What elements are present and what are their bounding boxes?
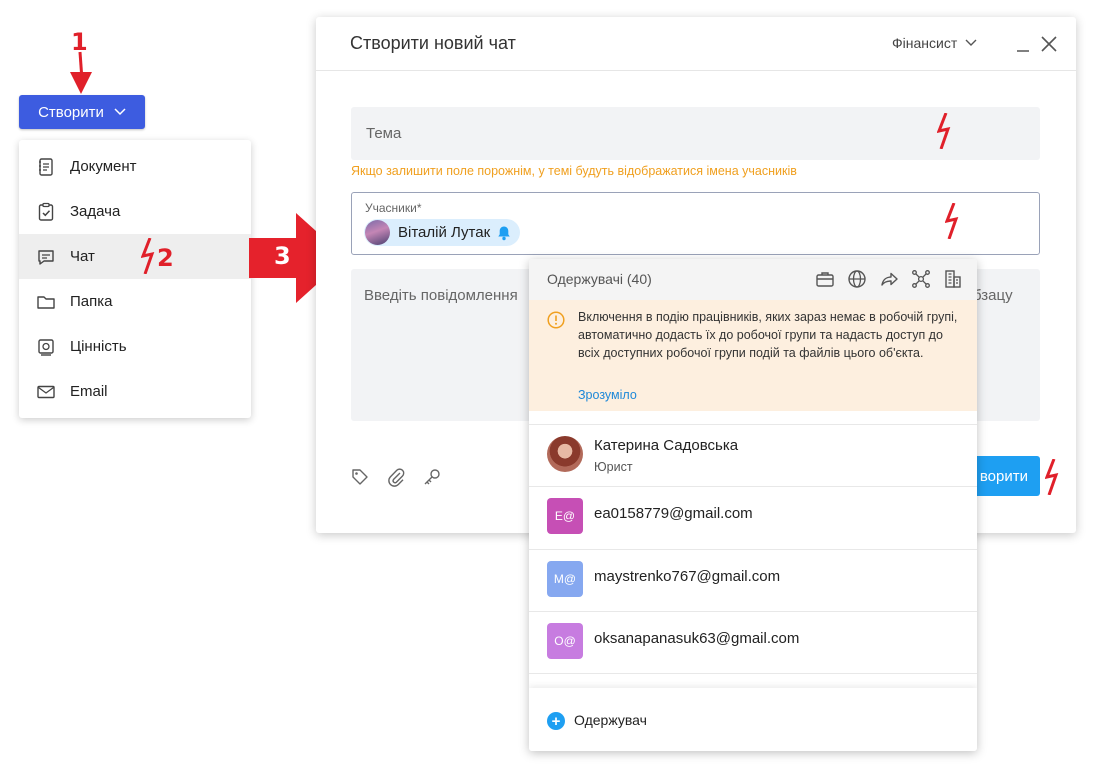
menu-item-email[interactable]: Email — [19, 369, 251, 414]
role-selector[interactable]: Фінансист — [892, 35, 977, 51]
task-icon — [36, 202, 56, 222]
avatar — [365, 220, 390, 245]
chevron-down-icon — [965, 39, 977, 46]
recipient-item[interactable]: E@ ea0158779@gmail.com — [529, 486, 977, 549]
email-icon — [36, 382, 56, 402]
bell-icon[interactable] — [496, 225, 512, 241]
menu-item-label: Цінність — [70, 338, 127, 355]
step-2-marker: 2 — [157, 244, 174, 272]
zigzag-marker — [1045, 459, 1059, 495]
create-menu: Документ Задача Чат Папка Цінність Email — [19, 140, 251, 418]
briefcase-icon[interactable] — [815, 269, 835, 289]
close-icon[interactable] — [1040, 35, 1058, 53]
menu-item-chat[interactable]: Чат — [19, 234, 251, 279]
share-icon[interactable] — [879, 269, 899, 289]
network-icon[interactable] — [911, 269, 931, 289]
participant-chip[interactable]: Віталій Лутак — [364, 219, 520, 246]
globe-icon[interactable] — [847, 269, 867, 289]
menu-item-folder[interactable]: Папка — [19, 279, 251, 324]
recipient-name: Катерина Садовська — [594, 437, 739, 454]
add-recipient-button[interactable]: + Одержувач — [529, 688, 977, 751]
email-avatar: M@ — [547, 561, 583, 597]
participants-label: Учасники* — [365, 201, 422, 215]
menu-item-document[interactable]: Документ — [19, 144, 251, 189]
subject-placeholder: Тема — [366, 125, 402, 142]
recipients-title: Одержувачі (40) — [547, 271, 652, 287]
menu-item-task[interactable]: Задача — [19, 189, 251, 234]
email-avatar: O@ — [547, 623, 583, 659]
warning-dismiss-link[interactable]: Зрозуміло — [578, 388, 637, 402]
warning-icon — [547, 311, 565, 329]
participant-name: Віталій Лутак — [398, 224, 491, 241]
step-3-marker: 3 — [274, 242, 291, 270]
subject-hint: Якщо залишити поле порожнім, у темі буду… — [351, 164, 797, 178]
participants-field[interactable]: Учасники* Віталій Лутак — [351, 192, 1040, 255]
attachment-icon[interactable] — [386, 467, 406, 487]
recipient-item[interactable]: O@ oksanapanasuk63@gmail.com — [529, 611, 977, 674]
key-icon[interactable] — [422, 467, 442, 487]
recipient-item[interactable]: M@ maystrenko767@gmail.com — [529, 549, 977, 612]
recipients-popup: Одержувачі (40) Включення в подію праців… — [529, 259, 977, 751]
recipient-role: Юрист — [594, 460, 633, 474]
dialog-header-divider — [316, 70, 1076, 71]
avatar — [547, 436, 583, 472]
minimize-icon[interactable] — [1016, 39, 1030, 53]
menu-item-label: Чат — [70, 248, 95, 265]
message-placeholder: Введіть повідомлення — [364, 287, 518, 304]
dialog-title: Створити новий чат — [350, 33, 516, 53]
message-hint-tail: бзацу — [973, 287, 1013, 304]
create-button[interactable]: Створити — [19, 95, 145, 129]
building-icon[interactable] — [943, 269, 963, 289]
recipient-email: maystrenko767@gmail.com — [594, 568, 781, 585]
valuable-icon — [36, 337, 56, 357]
folder-icon — [36, 292, 56, 312]
zigzag-marker — [945, 203, 959, 239]
menu-item-label: Email — [70, 383, 108, 400]
role-label: Фінансист — [892, 35, 958, 51]
chevron-down-icon — [114, 108, 126, 116]
create-button-label: Створити — [38, 103, 104, 121]
menu-item-valuable[interactable]: Цінність — [19, 324, 251, 369]
composer-toolbar — [350, 467, 442, 487]
tag-icon[interactable] — [350, 467, 370, 487]
step-1-arrow — [70, 51, 92, 94]
warning-text: Включення в подію працівників, яких зара… — [578, 310, 958, 360]
recipient-email: ea0158779@gmail.com — [594, 505, 753, 522]
recipient-item[interactable]: Катерина Садовська Юрист — [529, 424, 977, 487]
email-avatar: E@ — [547, 498, 583, 534]
recipients-header: Одержувачі (40) — [529, 259, 977, 300]
chat-icon — [36, 247, 56, 267]
menu-item-label: Задача — [70, 203, 121, 220]
menu-item-label: Документ — [70, 158, 137, 175]
workgroup-warning: Включення в подію працівників, яких зара… — [529, 300, 977, 411]
document-icon — [36, 157, 56, 177]
recipient-email: oksanapanasuk63@gmail.com — [594, 630, 800, 647]
submit-label: ворити — [979, 467, 1028, 485]
plus-icon: + — [547, 712, 565, 730]
menu-item-label: Папка — [70, 293, 113, 310]
recipients-toolbar — [815, 269, 963, 289]
zigzag-marker — [141, 238, 155, 274]
add-recipient-label: Одержувач — [574, 712, 647, 728]
zigzag-marker — [937, 113, 951, 149]
